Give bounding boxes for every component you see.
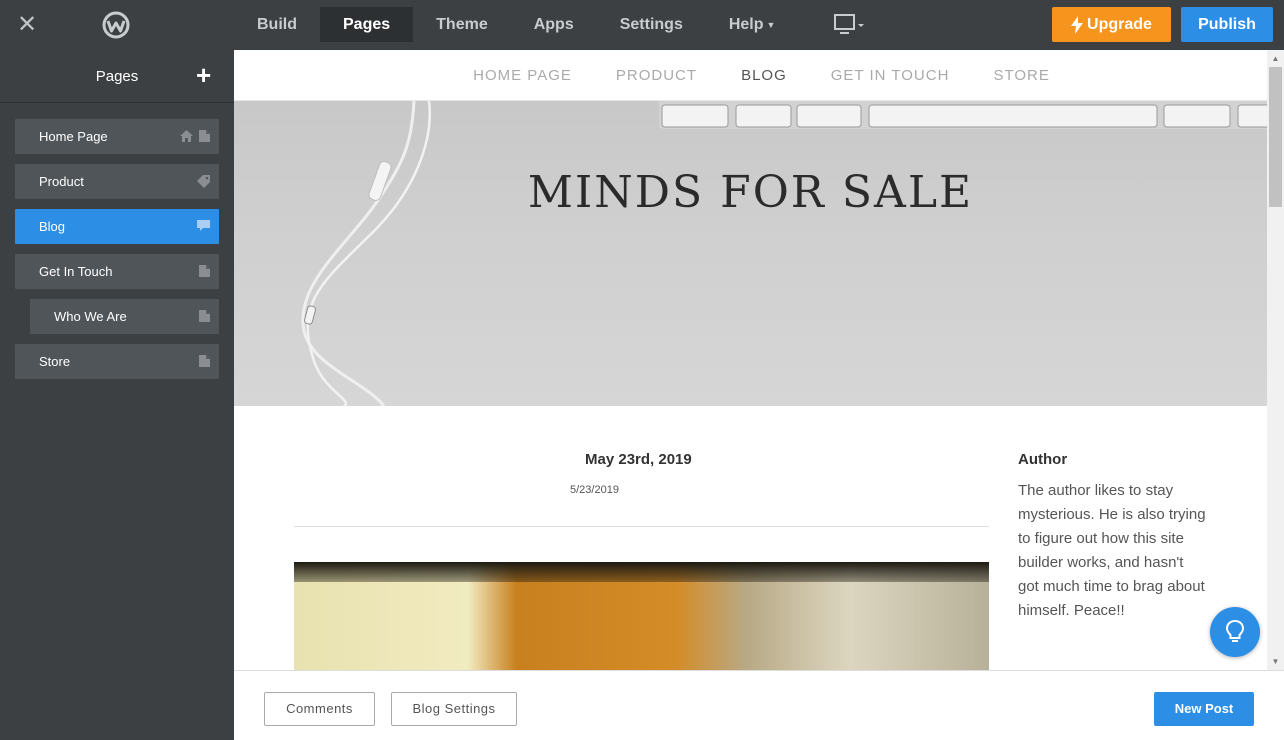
nav-theme[interactable]: Theme [413,0,511,50]
page-icon [199,355,210,367]
site-nav-get-in-touch[interactable]: GET IN TOUCH [809,67,972,84]
bottom-toolbar: Comments Blog Settings New Post [234,670,1284,740]
site-preview: HOME PAGE PRODUCT BLOG GET IN TOUCH STOR… [234,50,1267,670]
help-button[interactable] [1210,607,1260,657]
page-icon [199,265,210,277]
content-scrollbar[interactable]: ▲ ▼ [1267,50,1284,670]
lightbulb-icon [1225,619,1245,642]
add-page-icon[interactable]: + [196,62,211,88]
hero-banner[interactable]: MINDS FOR SALE [234,101,1267,406]
weebly-logo-icon[interactable] [102,11,130,39]
comment-icon [197,220,210,231]
author-heading[interactable]: Author [1018,451,1067,468]
nav-build[interactable]: Build [234,0,320,50]
sidebar-item-store[interactable]: Store [15,344,219,379]
lightning-icon [1071,15,1084,34]
blog-settings-button[interactable]: Blog Settings [391,692,517,726]
page-icon [199,130,210,142]
post-date: 5/23/2019 [570,484,619,496]
page-icon [199,310,210,322]
comments-button[interactable]: Comments [264,692,375,726]
sidebar-item-get-in-touch[interactable]: Get In Touch [15,254,219,289]
upgrade-button[interactable]: Upgrade [1052,7,1171,42]
nav-apps[interactable]: Apps [511,0,597,50]
site-nav-product[interactable]: PRODUCT [594,67,719,84]
site-nav-home-page[interactable]: HOME PAGE [451,67,594,84]
site-nav: HOME PAGE PRODUCT BLOG GET IN TOUCH STOR… [234,50,1267,101]
post-title[interactable]: May 23rd, 2019 [585,451,692,468]
desktop-preview-icon[interactable] [834,14,864,36]
site-nav-blog[interactable]: BLOG [719,67,809,84]
hero-background-image [301,101,1267,406]
pages-sidebar: Pages + Home Page Product Blog Get In To… [0,50,234,740]
home-icon [180,130,193,142]
sidebar-item-blog[interactable]: Blog [15,209,219,244]
hero-title[interactable]: MINDS FOR SALE [234,167,1267,218]
scroll-thumb[interactable] [1269,67,1282,207]
site-nav-store[interactable]: STORE [971,67,1071,84]
post-divider [294,526,989,527]
sidebar-header: Pages + [0,50,234,103]
sidebar-item-home-page[interactable]: Home Page [15,119,219,154]
post-image[interactable] [294,562,989,670]
sidebar-item-who-we-are[interactable]: Who We Are [30,299,219,334]
chevron-down-icon: ▼ [766,20,776,30]
author-bio[interactable]: The author likes to stay mysterious. He … [1018,479,1208,623]
publish-button[interactable]: Publish [1181,7,1273,42]
nav-pages[interactable]: Pages [320,7,414,42]
tag-icon [197,175,210,188]
sidebar-item-product[interactable]: Product [15,164,219,199]
top-toolbar: ✕ Build Pages Theme Apps Settings Help ▼ … [0,0,1284,50]
nav-help[interactable]: Help ▼ [706,0,799,50]
main-nav: Build Pages Theme Apps Settings Help ▼ [234,0,798,50]
scroll-up-icon[interactable]: ▲ [1267,50,1284,67]
new-post-button[interactable]: New Post [1154,692,1254,726]
close-icon[interactable]: ✕ [14,12,40,38]
nav-settings[interactable]: Settings [597,0,706,50]
scroll-down-icon[interactable]: ▼ [1267,653,1284,670]
